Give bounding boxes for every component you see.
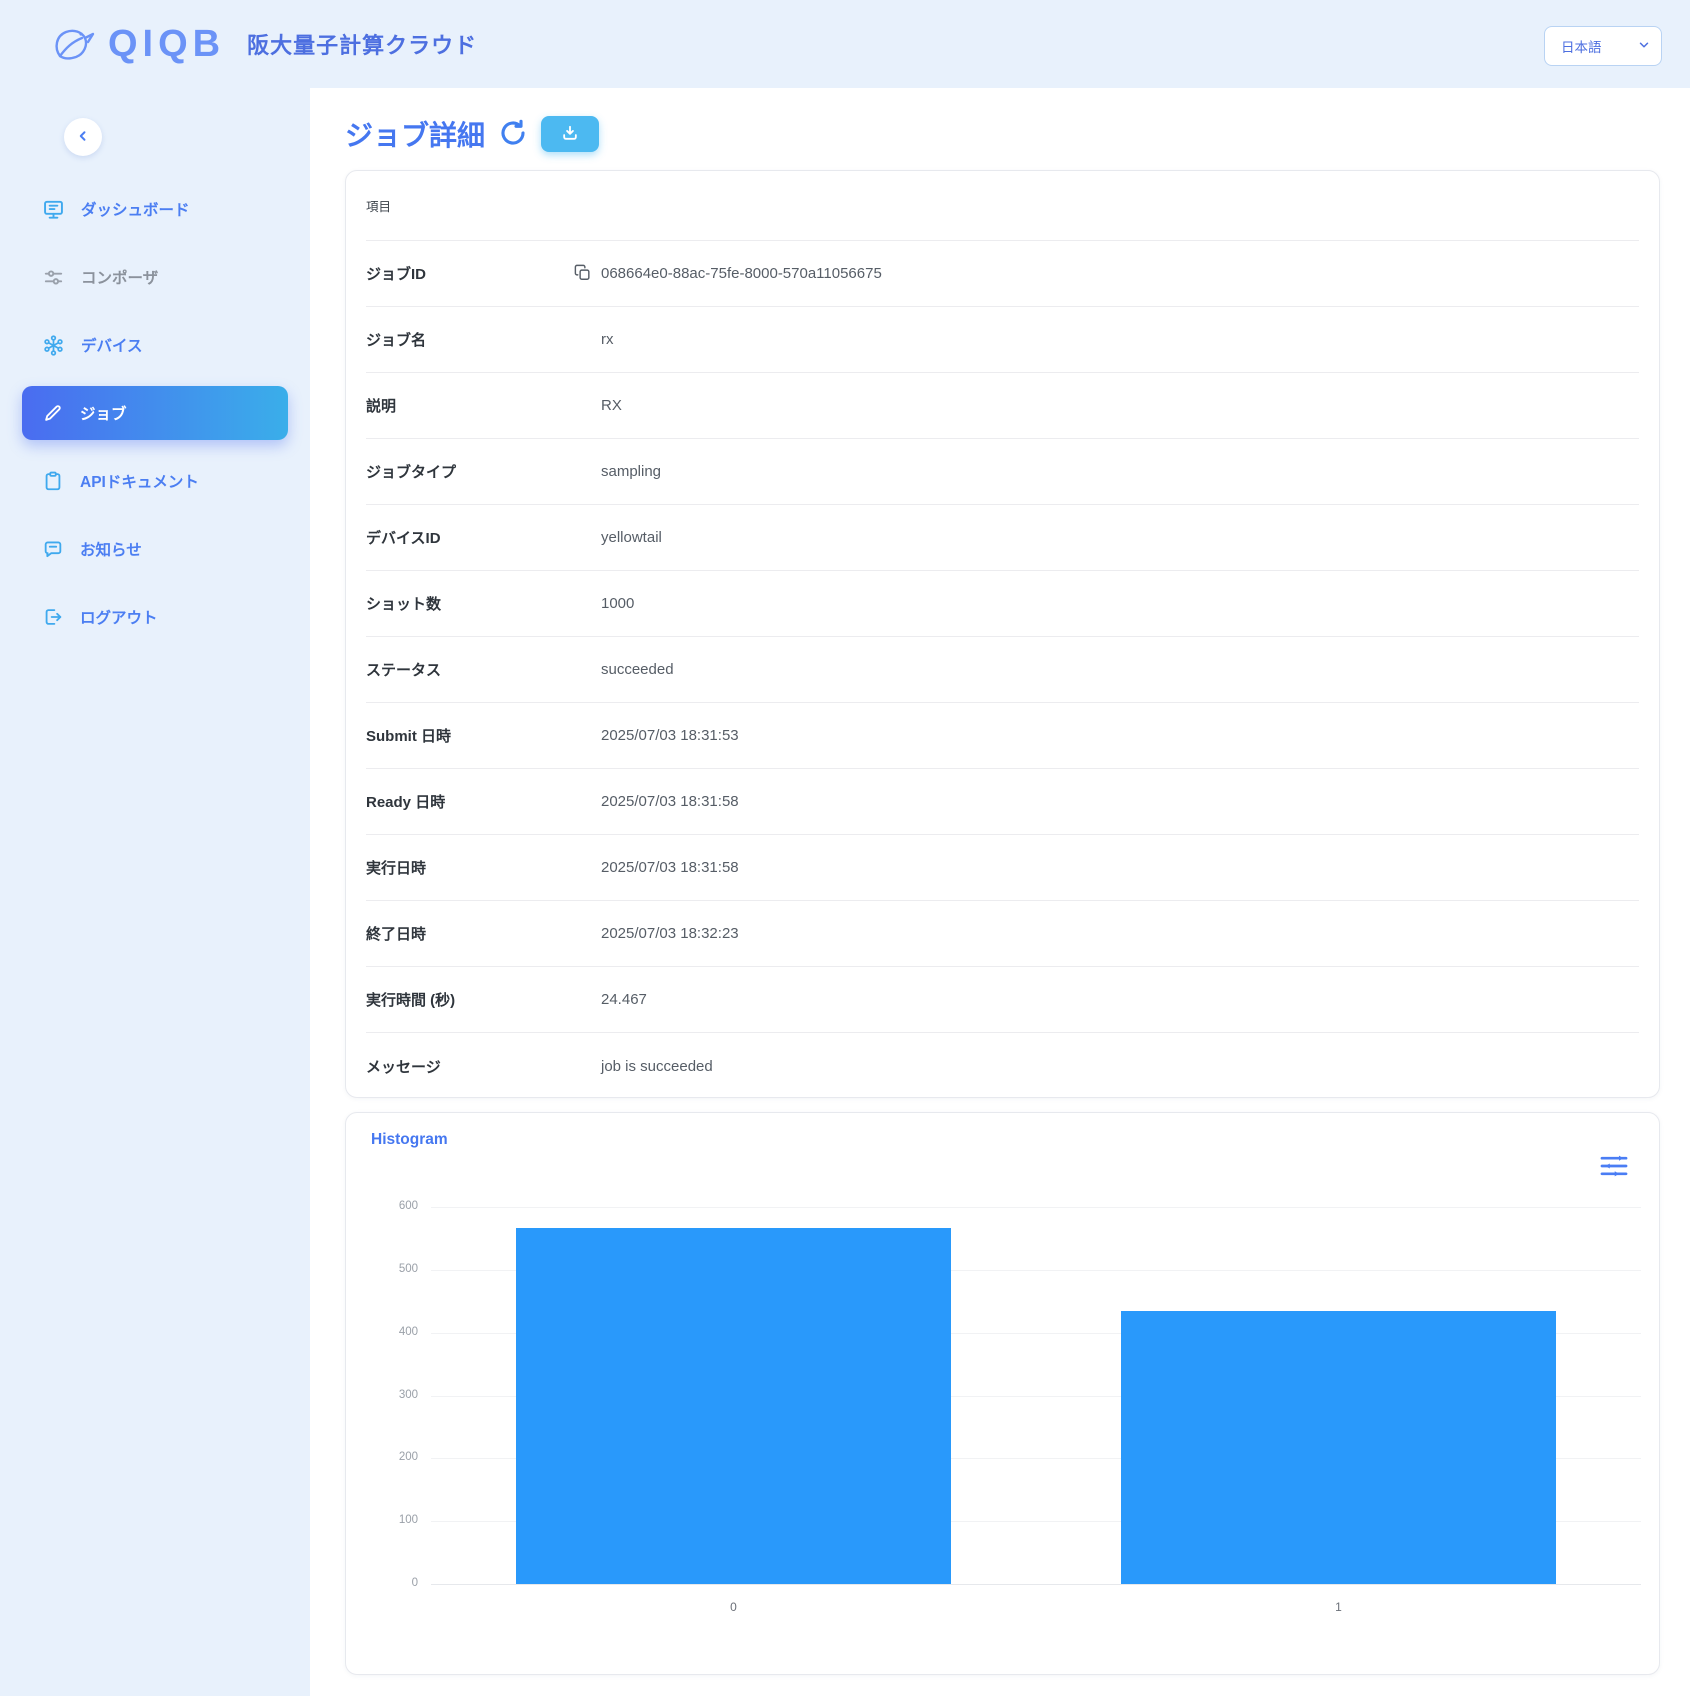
detail-table-body: ジョブID 068664e0-88ac-75fe-8000-570a1105667… [366,241,1639,1099]
sidebar-item-label: ダッシュボード [81,198,190,220]
sidebar-item-jobs[interactable]: ジョブ [22,386,288,440]
table-row: 実行時間 (秒) 24.467 [366,967,1639,1033]
sidebar-item-logout[interactable]: ログアウト [22,590,288,644]
row-label: ジョブ名 [366,329,573,350]
row-value: succeeded [601,661,674,678]
job-detail-card: 項目 ジョブID 068664e0-88ac-75fe-8000-570a1105… [345,170,1660,1098]
y-axis-tick: 400 [374,1326,418,1338]
qiqb-logo-icon [52,20,98,69]
row-label: 終了日時 [366,923,573,944]
language-select-value: 日本語 [1561,36,1602,56]
notifications-icon [42,538,64,560]
job-pen-icon [42,402,64,424]
devices-icon [42,334,65,357]
sidebar-collapse-button[interactable] [64,118,102,156]
grid-line [431,1207,1641,1208]
sidebar-item-composer[interactable]: コンポーザ [22,250,288,304]
chevron-left-icon [74,127,92,148]
table-row: ジョブ名 rx [366,307,1639,373]
sidebar-item-api-document[interactable]: APIドキュメント [22,454,288,508]
sidebar-item-notifications[interactable]: お知らせ [22,522,288,576]
row-label: Submit 日時 [366,725,573,746]
row-label: ショット数 [366,593,573,614]
sidebar-item-label: コンポーザ [81,266,158,288]
copy-icon [573,263,592,285]
y-axis-tick: 100 [374,1514,418,1526]
detail-table-header: 項目 [366,171,1639,241]
sidebar-item-dashboard[interactable]: ダッシュボード [22,182,288,236]
table-row: ステータス succeeded [366,637,1639,703]
refresh-icon [498,118,528,151]
row-value: 2025/07/03 18:31:53 [601,727,739,744]
logo: QIQB 阪大量子計算クラウド [52,20,477,69]
y-axis-tick: 0 [374,1577,418,1589]
composer-icon [42,266,65,289]
y-axis-tick: 200 [374,1451,418,1463]
sidebar-menu: ダッシュボード コンポーザ [0,168,310,644]
logout-icon [42,606,64,628]
dashboard-icon [42,198,65,221]
row-label: メッセージ [366,1056,573,1077]
sidebar-item-label: ログアウト [80,606,158,628]
table-row: ショット数 1000 [366,571,1639,637]
copy-button[interactable] [573,263,592,285]
table-row: メッセージ job is succeeded [366,1033,1639,1099]
row-value: 068664e0-88ac-75fe-8000-570a11056675 [601,265,882,282]
histogram-bar[interactable] [516,1228,952,1584]
table-row: ジョブタイプ sampling [366,439,1639,505]
sidebar: ダッシュボード コンポーザ [0,88,310,1696]
row-value: 2025/07/03 18:31:58 [601,859,739,876]
row-label: 実行日時 [366,857,573,878]
table-row: 実行日時 2025/07/03 18:31:58 [366,835,1639,901]
row-value: yellowtail [601,529,662,546]
x-axis-tick: 0 [730,1600,737,1614]
copy-slot [573,263,601,285]
download-icon [560,123,580,146]
language-select[interactable]: 日本語 [1544,26,1662,66]
histogram-bar[interactable] [1121,1311,1557,1584]
row-label: ジョブID [366,263,573,284]
row-label: 実行時間 (秒) [366,989,573,1010]
y-axis-tick: 500 [374,1263,418,1275]
x-axis-tick: 1 [1335,1600,1342,1614]
page-title: ジョブ詳細 [345,114,485,154]
logo-text: QIQB [108,23,225,66]
sidebar-item-label: お知らせ [80,538,142,560]
table-row: ジョブID 068664e0-88ac-75fe-8000-570a1105667… [366,241,1639,307]
row-label: ジョブタイプ [366,461,573,482]
table-row: Ready 日時 2025/07/03 18:31:58 [366,769,1639,835]
sidebar-item-label: ジョブ [80,402,127,424]
row-value: sampling [601,463,661,480]
row-label: 説明 [366,395,573,416]
sidebar-item-label: デバイス [81,334,143,356]
row-value: 2025/07/03 18:32:23 [601,925,739,942]
table-row: 終了日時 2025/07/03 18:32:23 [366,901,1639,967]
row-value: RX [601,397,622,414]
row-label: Ready 日時 [366,791,573,812]
api-document-icon [42,470,64,492]
row-value: rx [601,331,614,348]
chevron-down-icon [1637,38,1651,55]
app-header: QIQB 阪大量子計算クラウド 日本語 [0,0,1690,88]
y-axis-tick: 600 [374,1200,418,1212]
histogram-chart: 0 100 200 300 400 500 600 0 1 [346,1113,1659,1674]
app-title: 阪大量子計算クラウド [247,28,477,60]
row-value: 1000 [601,595,634,612]
row-value: 24.467 [601,991,647,1008]
table-row: デバイスID yellowtail [366,505,1639,571]
y-axis-tick: 300 [374,1389,418,1401]
refresh-button[interactable] [498,118,528,151]
row-value: 2025/07/03 18:31:58 [601,793,739,810]
sidebar-item-devices[interactable]: デバイス [22,318,288,372]
row-value: job is succeeded [601,1058,713,1075]
table-row: 説明 RX [366,373,1639,439]
sidebar-item-label: APIドキュメント [80,470,199,492]
row-label: デバイスID [366,527,573,548]
table-row: Submit 日時 2025/07/03 18:31:53 [366,703,1639,769]
histogram-card: Histogram 010020030040050060001 [345,1112,1660,1675]
row-label: ステータス [366,659,573,680]
grid-line [431,1584,1641,1585]
download-button[interactable] [541,116,599,152]
main-content: ジョブ詳細 項目 ジョブID 068664e0-88ac-75fe-8000-57… [310,88,1690,1675]
